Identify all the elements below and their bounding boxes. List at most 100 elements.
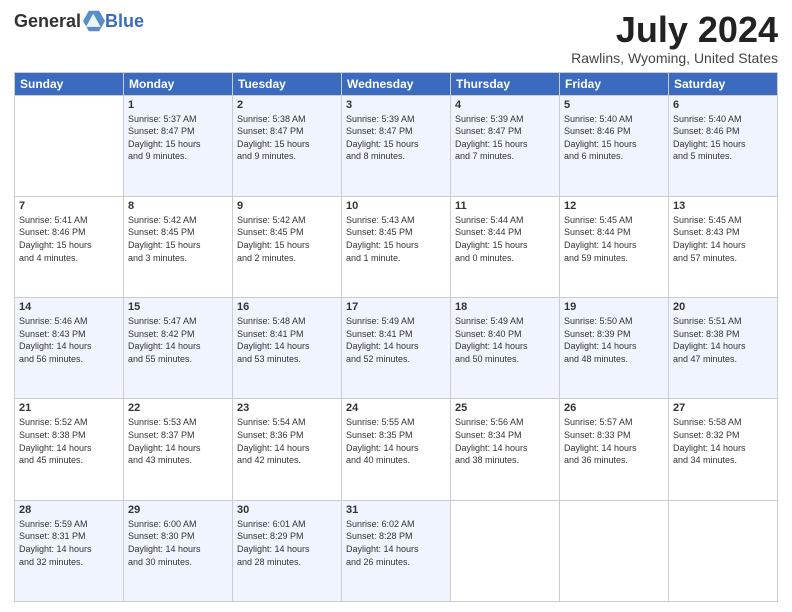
day-info: Sunrise: 5:42 AMSunset: 8:45 PMDaylight:…	[237, 214, 337, 264]
cell-week2-day5: 11 Sunrise: 5:44 AMSunset: 8:44 PMDayligh…	[451, 196, 560, 297]
day-number: 27	[673, 402, 773, 414]
day-info: Sunrise: 6:02 AMSunset: 8:28 PMDaylight:…	[346, 518, 446, 568]
day-number: 11	[455, 200, 555, 212]
day-number: 10	[346, 200, 446, 212]
cell-week1-day7: 6Sunrise: 5:40 AMSunset: 8:46 PMDaylight…	[669, 95, 778, 196]
cell-week4-day5: 25Sunrise: 5:56 AMSunset: 8:34 PMDayligh…	[451, 399, 560, 500]
day-info: Sunrise: 5:41 AMSunset: 8:46 PMDaylight:…	[19, 214, 119, 264]
logo-area: General Blue	[14, 10, 144, 32]
day-number: 29	[128, 504, 228, 516]
day-info: Sunrise: 5:58 AMSunset: 8:32 PMDaylight:…	[673, 416, 773, 466]
day-number: 17	[346, 301, 446, 313]
cell-week4-day3: 23 Sunrise: 5:54 AMSunset: 8:36 PMDayligh…	[233, 399, 342, 500]
week-row-5: 28Sunrise: 5:59 AMSunset: 8:31 PMDayligh…	[15, 500, 778, 601]
day-number: 14	[19, 301, 119, 313]
cell-week1-day2: 1Sunrise: 5:37 AMSunset: 8:47 PMDaylight…	[124, 95, 233, 196]
day-number: 5	[564, 99, 664, 111]
calendar-table: Sunday Monday Tuesday Wednesday Thursday…	[14, 72, 778, 602]
day-info: Sunrise: 5:51 AMSunset: 8:38 PMDaylight:…	[673, 315, 773, 365]
cell-week2-day4: 10 Sunrise: 5:43 AMSunset: 8:45 PMDayligh…	[342, 196, 451, 297]
header-wednesday: Wednesday	[342, 72, 451, 95]
day-info: Sunrise: 5:46 AMSunset: 8:43 PMDaylight:…	[19, 315, 119, 365]
cell-week5-day7	[669, 500, 778, 601]
day-number: 23	[237, 402, 337, 414]
day-number: 18	[455, 301, 555, 313]
page: General Blue July 2024 Rawlins, Wyoming,…	[0, 0, 792, 612]
day-info: Sunrise: 5:52 AMSunset: 8:38 PMDaylight:…	[19, 416, 119, 466]
day-info: Sunrise: 5:45 AMSunset: 8:44 PMDaylight:…	[564, 214, 664, 264]
day-number: 22	[128, 402, 228, 414]
day-number: 30	[237, 504, 337, 516]
logo: General Blue	[14, 10, 144, 32]
day-info: Sunrise: 5:49 AMSunset: 8:41 PMDaylight:…	[346, 315, 446, 365]
day-info: Sunrise: 5:44 AMSunset: 8:44 PMDaylight:…	[455, 214, 555, 264]
day-number: 28	[19, 504, 119, 516]
day-info: Sunrise: 5:55 AMSunset: 8:35 PMDaylight:…	[346, 416, 446, 466]
cell-week1-day3: 2 Sunrise: 5:38 AMSunset: 8:47 PMDaylight…	[233, 95, 342, 196]
cell-week1-day4: 3 Sunrise: 5:39 AMSunset: 8:47 PMDaylight…	[342, 95, 451, 196]
cell-week3-day4: 17 Sunrise: 5:49 AMSunset: 8:41 PMDayligh…	[342, 298, 451, 399]
cell-week2-day3: 9Sunrise: 5:42 AMSunset: 8:45 PMDaylight…	[233, 196, 342, 297]
day-number: 12	[564, 200, 664, 212]
logo-icon	[83, 10, 105, 32]
header-friday: Friday	[560, 72, 669, 95]
cell-week5-day3: 30 Sunrise: 6:01 AMSunset: 8:29 PMDayligh…	[233, 500, 342, 601]
day-number: 20	[673, 301, 773, 313]
cell-week3-day6: 19Sunrise: 5:50 AMSunset: 8:39 PMDayligh…	[560, 298, 669, 399]
header: General Blue July 2024 Rawlins, Wyoming,…	[14, 10, 778, 66]
day-info: Sunrise: 5:49 AMSunset: 8:40 PMDaylight:…	[455, 315, 555, 365]
day-info: Sunrise: 5:38 AMSunset: 8:47 PMDaylight:…	[237, 113, 337, 163]
day-info: Sunrise: 5:54 AMSunset: 8:36 PMDaylight:…	[237, 416, 337, 466]
day-info: Sunrise: 5:37 AMSunset: 8:47 PMDaylight:…	[128, 113, 228, 163]
cell-week5-day1: 28Sunrise: 5:59 AMSunset: 8:31 PMDayligh…	[15, 500, 124, 601]
day-number: 31	[346, 504, 446, 516]
cell-week4-day7: 27 Sunrise: 5:58 AMSunset: 8:32 PMDayligh…	[669, 399, 778, 500]
week-row-2: 7 Sunrise: 5:41 AMSunset: 8:46 PMDaylight…	[15, 196, 778, 297]
cell-week4-day2: 22 Sunrise: 5:53 AMSunset: 8:37 PMDayligh…	[124, 399, 233, 500]
cell-week4-day4: 24 Sunrise: 5:55 AMSunset: 8:35 PMDayligh…	[342, 399, 451, 500]
cell-week2-day7: 13Sunrise: 5:45 AMSunset: 8:43 PMDayligh…	[669, 196, 778, 297]
week-row-1: 1Sunrise: 5:37 AMSunset: 8:47 PMDaylight…	[15, 95, 778, 196]
week-row-3: 14 Sunrise: 5:46 AMSunset: 8:43 PMDayligh…	[15, 298, 778, 399]
location-title: Rawlins, Wyoming, United States	[571, 50, 778, 66]
day-number: 21	[19, 402, 119, 414]
header-monday: Monday	[124, 72, 233, 95]
cell-week3-day3: 16 Sunrise: 5:48 AMSunset: 8:41 PMDayligh…	[233, 298, 342, 399]
week-row-4: 21 Sunrise: 5:52 AMSunset: 8:38 PMDayligh…	[15, 399, 778, 500]
header-saturday: Saturday	[669, 72, 778, 95]
day-info: Sunrise: 5:40 AMSunset: 8:46 PMDaylight:…	[673, 113, 773, 163]
header-row: Sunday Monday Tuesday Wednesday Thursday…	[15, 72, 778, 95]
month-title: July 2024	[571, 10, 778, 50]
day-number: 13	[673, 200, 773, 212]
day-info: Sunrise: 5:47 AMSunset: 8:42 PMDaylight:…	[128, 315, 228, 365]
day-info: Sunrise: 5:42 AMSunset: 8:45 PMDaylight:…	[128, 214, 228, 264]
header-tuesday: Tuesday	[233, 72, 342, 95]
day-info: Sunrise: 5:39 AMSunset: 8:47 PMDaylight:…	[346, 113, 446, 163]
cell-week3-day1: 14 Sunrise: 5:46 AMSunset: 8:43 PMDayligh…	[15, 298, 124, 399]
cell-week1-day6: 5 Sunrise: 5:40 AMSunset: 8:46 PMDaylight…	[560, 95, 669, 196]
day-number: 4	[455, 99, 555, 111]
header-sunday: Sunday	[15, 72, 124, 95]
day-info: Sunrise: 5:56 AMSunset: 8:34 PMDaylight:…	[455, 416, 555, 466]
day-info: Sunrise: 5:53 AMSunset: 8:37 PMDaylight:…	[128, 416, 228, 466]
cell-week5-day4: 31 Sunrise: 6:02 AMSunset: 8:28 PMDayligh…	[342, 500, 451, 601]
day-info: Sunrise: 5:43 AMSunset: 8:45 PMDaylight:…	[346, 214, 446, 264]
header-thursday: Thursday	[451, 72, 560, 95]
cell-week5-day6	[560, 500, 669, 601]
cell-week4-day1: 21 Sunrise: 5:52 AMSunset: 8:38 PMDayligh…	[15, 399, 124, 500]
day-number: 24	[346, 402, 446, 414]
day-info: Sunrise: 6:01 AMSunset: 8:29 PMDaylight:…	[237, 518, 337, 568]
day-number: 3	[346, 99, 446, 111]
cell-week1-day5: 4 Sunrise: 5:39 AMSunset: 8:47 PMDaylight…	[451, 95, 560, 196]
cell-week1-day1	[15, 95, 124, 196]
day-number: 2	[237, 99, 337, 111]
day-info: Sunrise: 5:40 AMSunset: 8:46 PMDaylight:…	[564, 113, 664, 163]
day-info: Sunrise: 5:39 AMSunset: 8:47 PMDaylight:…	[455, 113, 555, 163]
day-number: 16	[237, 301, 337, 313]
day-info: Sunrise: 5:48 AMSunset: 8:41 PMDaylight:…	[237, 315, 337, 365]
cell-week5-day2: 29Sunrise: 6:00 AMSunset: 8:30 PMDayligh…	[124, 500, 233, 601]
day-number: 8	[128, 200, 228, 212]
cell-week5-day5	[451, 500, 560, 601]
day-number: 7	[19, 200, 119, 212]
cell-week3-day5: 18 Sunrise: 5:49 AMSunset: 8:40 PMDayligh…	[451, 298, 560, 399]
